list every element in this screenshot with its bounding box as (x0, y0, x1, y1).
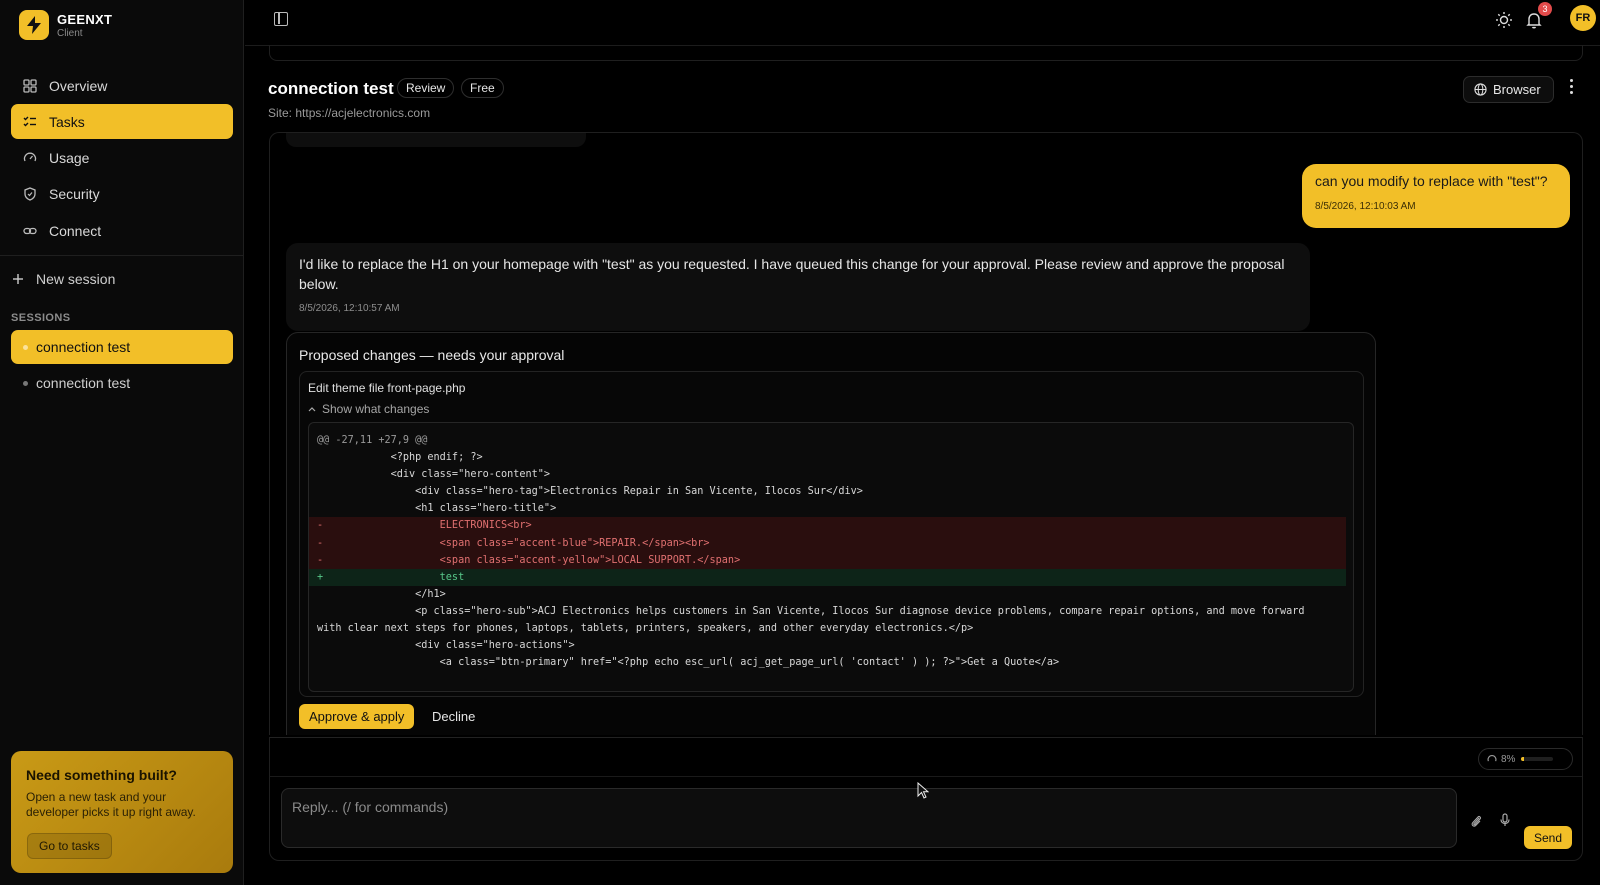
edit-title: Edit theme file front-page.php (308, 381, 466, 395)
sidebar-item-label: Overview (49, 77, 108, 94)
session-dot-icon (23, 344, 28, 350)
diff-line-ctx: <h1 class="hero-title"> (317, 503, 557, 515)
user-message-text: can you modify to replace with "test"? (1315, 173, 1548, 189)
app-root: GEENXT Client Overview Tasks Usage Secur… (0, 0, 1600, 885)
globe-icon (1474, 83, 1487, 96)
sidebar-item-overview[interactable]: Overview (11, 68, 233, 103)
microphone-icon[interactable] (1498, 813, 1512, 827)
diff-line-hunk: @@ -27,11 +27,9 @@ (317, 435, 428, 446)
sidebar-item-connect[interactable]: Connect (11, 213, 233, 248)
sidebar-item-label: Usage (49, 150, 90, 167)
show-changes-toggle[interactable]: Show what changes (308, 402, 429, 416)
brand-name: GEENXT (57, 11, 113, 27)
plus-icon (13, 274, 23, 284)
usage-bar (1521, 757, 1554, 761)
diff-line-ctx: <div class="hero-tag">Electronics Repair… (317, 486, 863, 498)
mouse-cursor-icon (917, 782, 929, 799)
link-icon (23, 227, 37, 234)
plan-badge-free: Free (461, 78, 504, 98)
diff-line-ctx: </h1> (317, 588, 446, 600)
usage-bar-fill (1521, 757, 1524, 761)
diff-line-ctx: <a class="btn-primary" href="<?php echo … (317, 657, 1060, 669)
go-to-tasks-button[interactable]: Go to tasks (27, 833, 112, 859)
status-badge-review: Review (397, 78, 455, 98)
notification-badge: 3 (1538, 2, 1552, 16)
approve-apply-button[interactable]: Approve & apply (299, 704, 415, 729)
sidebar-divider (0, 255, 244, 256)
diff-viewer[interactable]: @@ -27,11 +27,9 @@ <?php endif; ?> <div … (308, 422, 1354, 692)
topbar: 3 FR (245, 0, 1600, 46)
promo-text: Open a new task and your developer picks… (26, 790, 196, 819)
site-url: Site: https://acjelectronics.com (268, 106, 431, 120)
session-item[interactable]: connection test (11, 330, 233, 364)
sessions-heading: SESSIONS (11, 312, 71, 324)
sidebar-item-tasks[interactable]: Tasks (11, 104, 233, 140)
browser-button[interactable]: Browser (1463, 76, 1554, 103)
send-button[interactable]: Send (1524, 826, 1573, 849)
new-session-button[interactable]: New session (12, 271, 115, 287)
composer-divider (270, 776, 1582, 777)
diff-line-del: - ELECTRONICS<br> (309, 517, 1346, 535)
grid-icon (23, 78, 37, 93)
reply-input[interactable] (281, 788, 1457, 848)
shield-icon (24, 187, 36, 202)
usage-percent: 8% (1501, 753, 1516, 765)
show-changes-label: Show what changes (322, 402, 430, 416)
proposal-title: Proposed changes — needs your approval (299, 347, 565, 363)
browser-button-label: Browser (1493, 82, 1541, 97)
diff-line-ctx: <p class="hero-sub">ACJ Electronics help… (317, 605, 1305, 617)
usage-indicator: 8% (1478, 748, 1573, 770)
sidebar-item-usage[interactable]: Usage (11, 141, 233, 176)
gauge-icon (1487, 755, 1497, 762)
diff-line-del: - <span class="accent-blue">REPAIR.</spa… (309, 534, 1346, 552)
previous-message-fragment (286, 133, 586, 147)
gauge-icon (23, 152, 37, 162)
session-label: connection test (36, 339, 131, 355)
user-message-timestamp: 8/5/2026, 12:10:03 AM (1315, 201, 1416, 212)
lightning-logo-icon (19, 10, 49, 40)
chevron-up-icon (308, 407, 316, 412)
sun-theme-icon[interactable] (1494, 10, 1514, 30)
assistant-message-timestamp: 8/5/2026, 12:10:57 AM (299, 303, 400, 314)
session-item[interactable]: connection test (11, 366, 233, 400)
sidebar-item-label: Security (49, 186, 100, 203)
brand[interactable]: GEENXT Client (19, 10, 112, 40)
sidebar-item-label: Connect (49, 222, 102, 239)
assistant-message-text: I'd like to replace the H1 on your homep… (299, 256, 1285, 292)
assistant-message: I'd like to replace the H1 on your homep… (286, 243, 1310, 331)
chat-thread[interactable]: can you modify to replace with "test"? 8… (269, 132, 1583, 735)
sidebar-item-security[interactable]: Security (11, 177, 233, 212)
proposal-card: Proposed changes — needs your approval E… (286, 332, 1376, 735)
diff-line-add: + test (309, 568, 1346, 586)
diff-line-ctx: <div class="hero-content"> (317, 469, 551, 481)
sidebar-nav: Overview Tasks Usage Security Connect (11, 68, 233, 249)
more-options-icon[interactable] (1568, 79, 1574, 99)
new-session-label: New session (36, 271, 116, 287)
diff-line-ctx: <div class="hero-actions"> (317, 640, 575, 652)
avatar[interactable]: FR (1570, 5, 1596, 31)
checklist-icon (23, 116, 36, 127)
sidebar-item-label: Tasks (49, 113, 85, 130)
session-dot-icon (23, 380, 28, 386)
sidebar-toggle-icon[interactable] (274, 12, 288, 26)
edit-card: Edit theme file front-page.php Show what… (299, 371, 1364, 697)
plan-banner (269, 45, 1583, 61)
user-message: can you modify to replace with "test"? 8… (1302, 164, 1570, 228)
brand-subtitle: Client (57, 27, 83, 39)
diff-line-ctx: with clear next steps for phones, laptop… (317, 623, 974, 635)
promo-card: Need something built? Open a new task an… (11, 751, 233, 873)
sidebar: GEENXT Client Overview Tasks Usage Secur… (0, 0, 244, 885)
diff-line-ctx: <?php endif; ?> (317, 452, 483, 464)
paperclip-icon[interactable] (1469, 814, 1483, 828)
decline-button[interactable]: Decline (430, 704, 477, 729)
session-label: connection test (36, 375, 131, 391)
promo-title: Need something built? (26, 767, 177, 783)
page-title: connection test (268, 79, 394, 98)
diff-line-del: - <span class="accent-yellow">LOCAL SUPP… (309, 551, 1346, 569)
